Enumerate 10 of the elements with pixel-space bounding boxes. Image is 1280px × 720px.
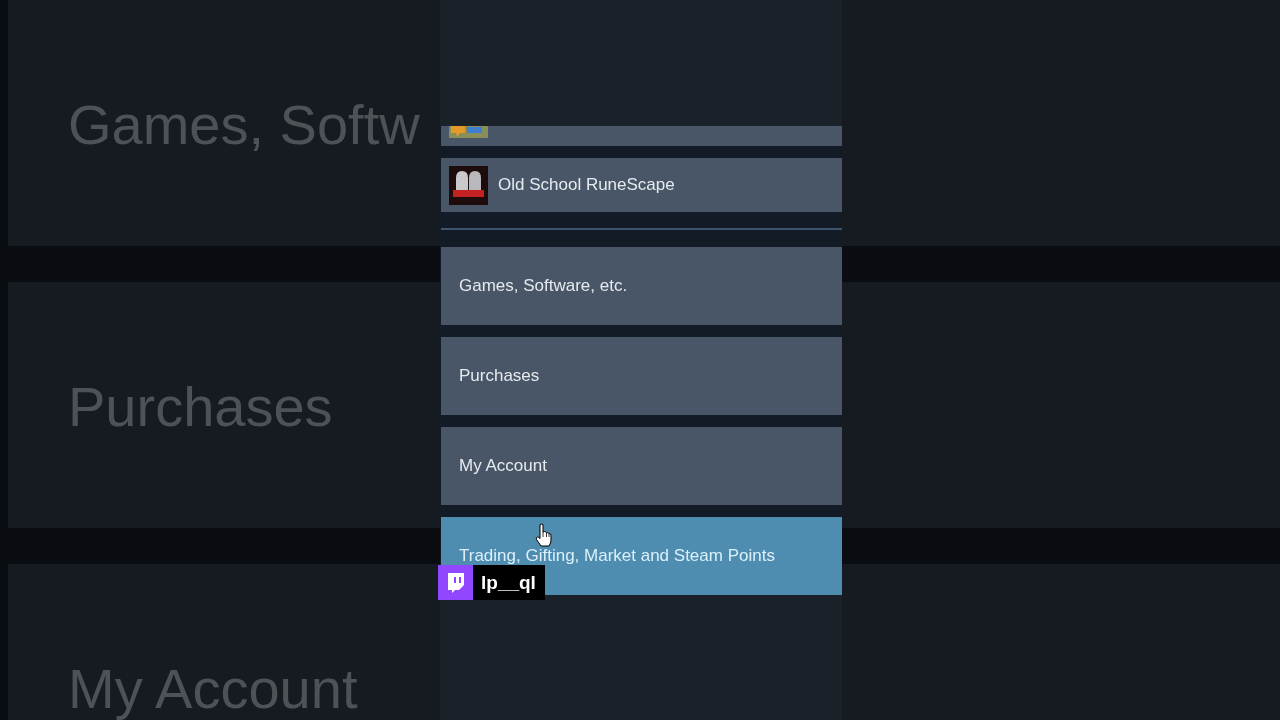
- game-row[interactable]: Old School RuneScape: [441, 158, 842, 212]
- help-topic-item[interactable]: Purchases: [441, 337, 842, 415]
- game-icon: [449, 126, 488, 138]
- help-topic-item[interactable]: Games, Software, etc.: [441, 247, 842, 325]
- hand-cursor-icon: [535, 523, 552, 547]
- game-icon: [449, 165, 488, 205]
- help-topic-item[interactable]: My Account: [441, 427, 842, 505]
- game-row[interactable]: [441, 126, 842, 146]
- speech-bubble-icon: [438, 565, 473, 600]
- username-label: lp__ql: [473, 565, 545, 600]
